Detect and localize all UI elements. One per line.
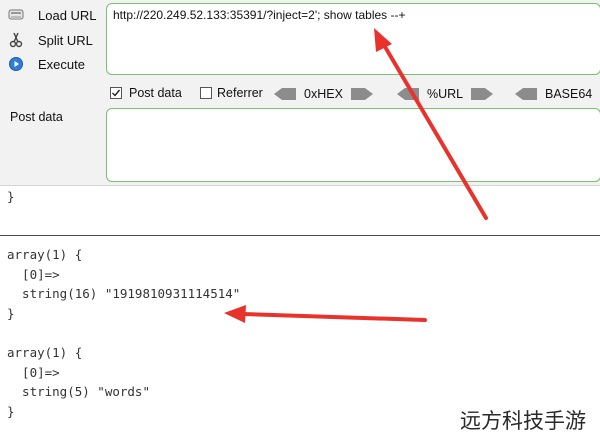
output-top-brace: } [7,189,15,204]
output-line: [0]=> [7,266,60,282]
output-line: } [7,403,15,419]
output-line: array(1) { [7,345,83,360]
url-encode-arrow-icon[interactable] [471,88,494,100]
load-url-icon [8,7,24,23]
hex-label: 0xHEX [304,87,343,101]
play-icon [8,56,24,72]
load-url-label: Load URL [38,7,97,23]
url-encode-label: %URL [427,87,464,101]
output-block-1: array(1) { [0]=> string(16) "19198109311… [7,245,240,323]
url-input[interactable]: http://220.249.52.133:35391/?inject=2'; … [106,3,600,75]
output-block-2: array(1) { [0]=> string(5) "words"} [7,343,150,421]
referrer-checkbox[interactable] [200,87,212,99]
url-decode-arrow-icon[interactable] [397,88,419,100]
url-encode-tool: %URL [397,85,494,103]
output-line: string(16) "1919810931114514" [7,286,241,301]
hackbar-panel: Load URL Split URL Execute http://220.24… [0,0,600,186]
execute-button[interactable]: Execute [8,53,85,75]
execute-label: Execute [38,56,85,72]
options-row: Post data Referrer 0xHEX %URL BASE64 [110,84,600,104]
output-divider [0,235,600,236]
post-data-input[interactable] [106,108,600,182]
output-line: string(5) "words" [7,384,150,399]
watermark: 远方科技手游 [456,405,590,435]
load-url-button[interactable]: Load URL [8,4,97,26]
hex-decode-arrow-icon[interactable] [274,88,296,100]
scissors-icon [8,32,24,48]
output-line: [0]=> [7,364,60,380]
checkmark-icon [112,89,121,97]
referrer-checkbox-label: Referrer [217,86,263,100]
output-line: array(1) { [7,247,83,262]
hex-encode-arrow-icon[interactable] [350,88,373,100]
post-data-checkbox-label: Post data [129,86,182,100]
hex-tool: 0xHEX [274,85,373,103]
post-data-checkbox[interactable] [110,87,122,99]
base64-tool: BASE64 [515,85,600,103]
red-arrow-result [224,305,427,323]
post-data-label: Post data [10,110,63,124]
base64-decode-arrow-icon[interactable] [515,88,537,100]
base64-label: BASE64 [545,87,593,101]
split-url-label: Split URL [38,32,93,48]
output-line: } [7,305,15,321]
split-url-button[interactable]: Split URL [8,29,93,51]
